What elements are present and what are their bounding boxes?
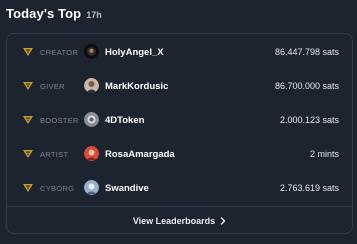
role-label: ARTIST [40,149,69,159]
username-link[interactable]: Swandive [105,183,149,194]
leaderboard-list: CREATOR HolyAngel_X 86.447.798 sats GIVE… [7,34,352,206]
role-label: BOOSTER [40,115,79,125]
leaderboard-row-artist[interactable]: ARTIST RosaAmargada 2 mints [7,137,352,171]
widget-title: Today's Top [6,6,82,21]
amount-value: 2.763.619 sats [279,183,339,193]
amount-value: 2 mints [309,149,339,159]
avatar-red-icon[interactable] [84,146,99,161]
leaderboard-row-creator[interactable]: CREATOR HolyAngel_X 86.447.798 sats [7,35,352,69]
leaderboard-row-giver[interactable]: GIVER MarkKordusic 86.700.000 sats [7,69,352,103]
username-link[interactable]: 4DToken [105,115,144,126]
avatar-gray-icon[interactable] [84,112,99,127]
card-footer: View Leaderboards [7,206,352,234]
username-link[interactable]: MarkKordusic [105,81,168,92]
badge-icon [22,148,34,160]
badge-icon [22,114,34,126]
role-label: GIVER [40,81,65,91]
avatar-person-icon[interactable] [84,78,99,93]
badge-icon [22,46,34,58]
widget-header: Today's Top 17h [6,6,102,26]
amount-value: 86.700.000 sats [274,81,339,91]
todays-top-widget: Today's Top 17h CREATOR HolyAngel_X 86.4… [0,0,357,244]
leaderboard-row-booster[interactable]: BOOSTER 4DToken 2.000.123 sats [7,103,352,137]
leaderboard-row-cyborg[interactable]: CYBORG Swandive 2.763.619 sats [7,171,352,205]
username-link[interactable]: RosaAmargada [105,149,175,160]
amount-value: 86.447.798 sats [274,47,339,57]
badge-icon [22,80,34,92]
role-label: CREATOR [40,47,79,57]
chevron-right-icon [220,216,226,225]
role-label: CYBORG [40,183,75,193]
avatar-blue-icon[interactable] [84,180,99,195]
amount-value: 2.000.123 sats [279,115,339,125]
view-leaderboards-label: View Leaderboards [132,215,216,226]
leaderboard-card: CREATOR HolyAngel_X 86.447.798 sats GIVE… [6,33,353,234]
badge-icon [22,182,34,194]
avatar-dark-icon[interactable] [84,44,99,59]
username-link[interactable]: HolyAngel_X [105,47,164,58]
time-window-label: 17h [86,10,102,20]
view-leaderboards-link[interactable]: View Leaderboards [133,216,226,226]
